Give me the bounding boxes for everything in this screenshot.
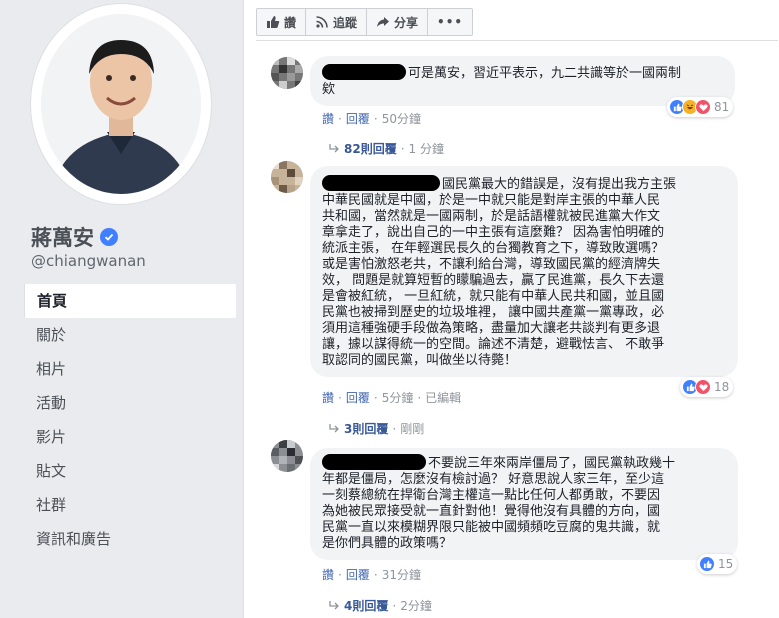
reaction-count: 18 <box>714 380 730 394</box>
share-arrow-icon <box>377 17 390 27</box>
replies-time: 1 分鐘 <box>408 142 444 156</box>
comment-text: 欸 <box>322 82 336 97</box>
share-label: 分享 <box>394 15 419 30</box>
reply-arrow-icon <box>329 423 339 432</box>
nav-item-posts[interactable]: 貼文 <box>24 454 236 488</box>
comment-reply-link[interactable]: 回覆 <box>346 568 370 582</box>
redacted-author-name[interactable] <box>322 175 440 191</box>
nav-item-community[interactable]: 社群 <box>24 488 236 522</box>
profile-name-text[interactable]: 蔣萬安 <box>31 222 94 252</box>
redacted-author-name[interactable] <box>322 64 406 80</box>
comment-text: 或是害怕激怒老共，不讓利給台灣，導致國民黨的經濟牌失 <box>322 257 661 272</box>
nav-item-photos[interactable]: 相片 <box>24 352 236 386</box>
comment-bubble: 國民黨最大的錯誤是，沒有提出我方主張 中華民國就是中國，於是一中就只能是對岸主張… <box>310 166 738 377</box>
replies-count[interactable]: 3則回覆 <box>344 420 388 437</box>
comment-like-link[interactable]: 讚 <box>322 112 334 126</box>
follow-button[interactable]: 追蹤 <box>306 8 368 36</box>
share-button[interactable]: 分享 <box>367 8 429 36</box>
reaction-count: 81 <box>714 100 730 114</box>
like-page-label: 讚 <box>284 15 297 30</box>
comment-text: 讓，據以謀得統一的空間。論述不清楚，避戰怯言、 不敢爭 <box>322 337 665 352</box>
follow-label: 追蹤 <box>333 15 358 30</box>
comment-text: 章拿走了，說出自己的一中主張有這麼難？ 因為害怕明確的 <box>322 225 665 240</box>
view-replies-link[interactable]: 4則回覆 · 2分鐘 <box>328 597 432 614</box>
reaction-summary[interactable]: 18 <box>680 377 734 397</box>
comment-like-link[interactable]: 讚 <box>322 568 334 582</box>
reaction-count: 15 <box>718 557 734 571</box>
reply-arrow-icon <box>329 143 339 152</box>
replies-count[interactable]: 4則回覆 <box>344 597 388 614</box>
comment-avatar[interactable] <box>271 161 303 193</box>
like-reaction-icon <box>699 556 715 572</box>
love-reaction-icon <box>695 379 711 395</box>
nav-item-about[interactable]: 關於 <box>24 318 236 352</box>
love-reaction-icon <box>695 99 711 115</box>
profile-handle[interactable]: @chiangwanan <box>31 252 146 270</box>
comment-text: 國民黨最大的錯誤是，沒有提出我方主張 <box>442 177 677 192</box>
reaction-summary[interactable]: 81 <box>667 97 734 117</box>
comment-meta: 讚 · 回覆 · 50分鐘 <box>322 112 421 126</box>
comment-text: 可是萬安，習近平表示，九二共識等於一國兩制 <box>408 66 682 81</box>
comment-text: 為她被民眾接受就一直針對他！覺得他沒有具體的方向，國 <box>322 504 661 519</box>
page-nav: 首頁 關於 相片 活動 影片 貼文 社群 資訊和廣告 <box>24 284 236 556</box>
verified-badge-icon <box>100 228 118 246</box>
replies-time: 2分鐘 <box>400 599 432 613</box>
comment-text: 民黨也被掃到歷史的垃圾堆裡， 讓中國共產黨一黨專政，必 <box>322 305 665 320</box>
view-replies-link[interactable]: 3則回覆 · 剛剛 <box>328 420 424 437</box>
comment-time[interactable]: 5分鐘 <box>382 391 414 405</box>
comment-bubble: 不要說三年來兩岸僵局了，國民黨執政幾十 年都是僵局，怎麼沒有檢討過？ 好意思說人… <box>310 448 738 560</box>
like-page-button[interactable]: 讚 <box>256 8 307 36</box>
comment-text: 是你們具體的政策嗎？ <box>322 536 453 551</box>
replies-count[interactable]: 82則回覆 <box>344 140 397 157</box>
comment-text: 年都是僵局，怎麼沒有檢討過？ 好意思說人家三年，至少這 <box>322 472 665 487</box>
profile-avatar[interactable] <box>31 4 211 204</box>
comment-reply-link[interactable]: 回覆 <box>346 391 370 405</box>
comment-text: 取認同的國民黨，叫做坐以待斃！ <box>322 353 518 368</box>
reply-arrow-icon <box>329 600 339 609</box>
thumbs-up-icon <box>267 16 280 28</box>
comment-text: 中華民國就是中國，於是一中就只能是對岸主張的中華人民 <box>322 193 661 208</box>
comment-avatar[interactable] <box>271 440 303 472</box>
more-icon: ••• <box>437 15 464 29</box>
nav-item-videos[interactable]: 影片 <box>24 420 236 454</box>
view-replies-link[interactable]: 82則回覆 · 1 分鐘 <box>328 140 444 157</box>
nav-item-events[interactable]: 活動 <box>24 386 236 420</box>
comment-avatar[interactable] <box>271 57 303 89</box>
comment-text: 是會被紅統， 一旦紅統，就只能有中華人民共和國，並且國 <box>322 289 665 304</box>
reaction-summary[interactable]: 15 <box>697 554 738 574</box>
comment-like-link[interactable]: 讚 <box>322 391 334 405</box>
comment-text: 民黨一直以來模糊界限只能被中國頻頻吃豆腐的鬼共識，就 <box>322 520 661 535</box>
comment-text: 不要說三年來兩岸僵局了，國民黨執政幾十 <box>428 456 676 471</box>
replies-time: 剛剛 <box>400 422 425 436</box>
comment-time[interactable]: 31分鐘 <box>382 568 421 582</box>
more-options-button[interactable]: ••• <box>428 8 474 36</box>
actions-divider <box>256 40 778 41</box>
nav-item-home[interactable]: 首頁 <box>24 284 236 318</box>
profile-name[interactable]: 蔣萬安 <box>31 222 118 252</box>
comment-text: 一刻蔡總統在捍衛台灣主權這一點比任何人都勇敢，不要因 <box>322 488 661 503</box>
comment-text: 效， 問題是就算短暫的矇騙過去，贏了民進黨，長久下去還 <box>322 273 665 288</box>
comment-meta: 讚 · 回覆 · 5分鐘 · 已編輯 <box>322 391 462 405</box>
redacted-author-name[interactable] <box>322 454 426 470</box>
comment-reply-link[interactable]: 回覆 <box>346 112 370 126</box>
comment-text: 須用這種強硬手段做為策略，盡量加大讓老共談判有更多退 <box>322 321 661 336</box>
comment-text: 共和國，當然就是一國兩制，於是話語權就被民進黨大作文 <box>322 209 661 224</box>
nav-item-info-ads[interactable]: 資訊和廣告 <box>24 522 236 556</box>
rss-icon <box>316 16 328 28</box>
page-actions: 讚 追蹤 分享 ••• <box>256 8 474 36</box>
comment-time[interactable]: 50分鐘 <box>382 112 421 126</box>
comment-edited[interactable]: 已編輯 <box>425 391 461 405</box>
left-column: 蔣萬安 @chiangwanan 首頁 關於 相片 活動 影片 貼文 社群 資訊… <box>0 0 243 618</box>
comment-meta: 讚 · 回覆 · 31分鐘 <box>322 568 421 582</box>
comment-text: 統派主張， 在年輕選民長久的台獨教育之下，導致敗選嗎？ <box>322 241 665 256</box>
